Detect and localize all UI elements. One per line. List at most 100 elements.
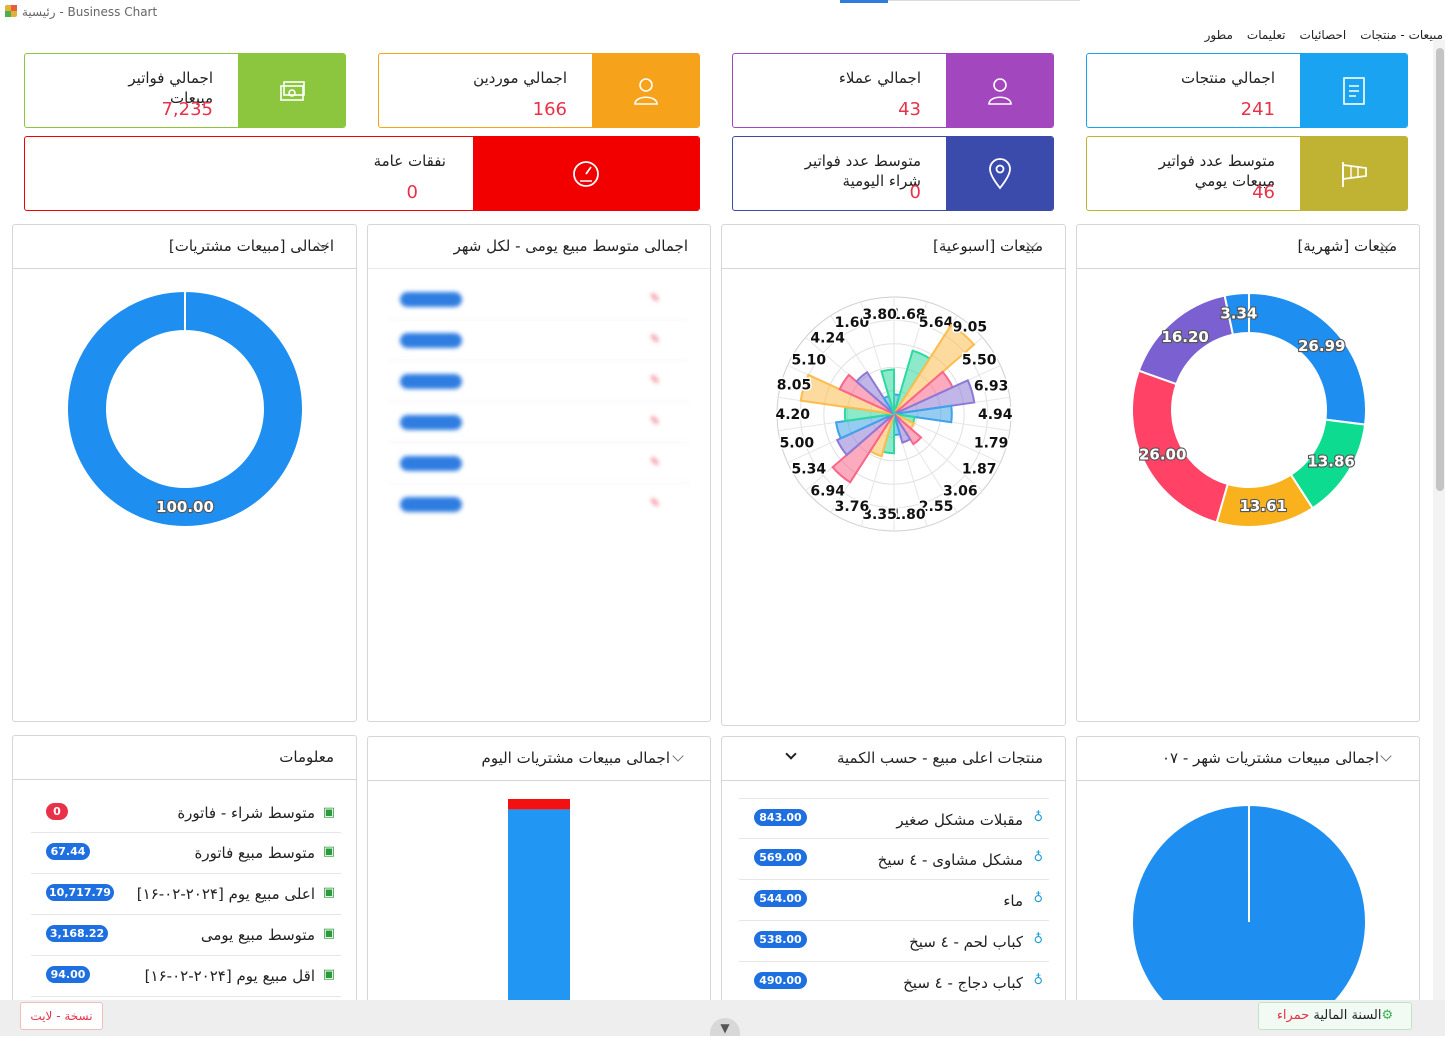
- polar-value-label: 6.93: [974, 378, 1009, 394]
- polar-value-label: 4.20: [775, 407, 810, 423]
- info-row: ▣ متوسط مبیع فاتورة 67.44: [31, 833, 341, 874]
- stat-icon-box: [1300, 54, 1407, 127]
- product-qty-badge: 544.00: [754, 890, 807, 907]
- chevron-down-icon[interactable]: [672, 750, 684, 762]
- panel-today-purchase-sales: اجمالی مبیعات مشتریات الیوم: [367, 736, 711, 1016]
- product-name: مشکل مشاوی - ٤ سیخ: [877, 851, 1023, 869]
- stat-card-suppliers[interactable]: اجمالي موردين 166: [378, 53, 700, 128]
- pie-slice-label: 16.20: [1161, 328, 1208, 346]
- cash-icon: ▣: [322, 967, 335, 982]
- polar-value-label: 4.24: [810, 330, 845, 346]
- polar-value-label: 3.80: [862, 307, 897, 323]
- info-row-badge: 10,717.79: [46, 884, 114, 901]
- product-name: ماء: [1003, 892, 1023, 910]
- panel-header: اجمالی [مبیعات مشتریات]: [13, 225, 356, 269]
- stat-value: 166: [532, 99, 567, 120]
- panel-title: منتجات اعلى مبیع - حسب الکمیة: [836, 749, 1043, 767]
- cash-icon: ▣: [322, 885, 335, 900]
- stat-card-sales-invoices[interactable]: اجمالي فواتير مبيعات 7,235: [24, 53, 346, 128]
- blurred-row: ✎: [388, 320, 690, 361]
- stat-card-avg-daily-purchase-invoices[interactable]: متوسط عدد فواتير شراء اليومية 0: [732, 136, 1054, 211]
- blurred-badge: [400, 497, 462, 512]
- chevron-down-icon[interactable]: [785, 748, 797, 760]
- fiscal-year-value: حمراء: [1276, 1008, 1310, 1023]
- panel-title: معلومات: [279, 748, 334, 766]
- info-row-badge: 0: [46, 803, 68, 820]
- user-icon: [987, 77, 1012, 105]
- top-tab-indicator: [840, 0, 888, 3]
- blurred-row: ✎: [388, 402, 690, 443]
- info-row: ▣ متوسط شراء - فاتورة 0: [31, 795, 341, 833]
- bar-segment: [508, 809, 570, 1007]
- panel-header: معلومات: [13, 736, 356, 780]
- menu-instructions[interactable]: تعليمات: [1247, 28, 1286, 42]
- medal-icon: ♁: [1033, 891, 1043, 906]
- product-qty-badge: 569.00: [754, 849, 807, 866]
- window-titlebar: رئيسية - Business Chart: [0, 0, 1445, 24]
- stat-value: 7,235: [161, 99, 213, 120]
- stat-icon-box: [946, 54, 1053, 127]
- purchase-sales-donut-chart: 100.00: [66, 289, 304, 528]
- menu-statistics[interactable]: احصائيات: [1300, 28, 1347, 42]
- gear-icon: ⚙: [1381, 1008, 1394, 1023]
- medal-icon: ♁: [1033, 973, 1043, 988]
- blurred-row: ✎: [388, 279, 690, 320]
- stat-card-general-expenses[interactable]: نفقات عامة 0: [24, 136, 700, 211]
- version-badge: نسخة - لایت: [20, 1002, 103, 1030]
- panel-header: اجمالی مبیعات مشتریات شهر - ۰۷: [1077, 737, 1419, 781]
- panel-purchase-sales: اجمالی [مبیعات مشتریات] 100.00: [12, 224, 357, 722]
- stat-value: 0: [909, 182, 921, 203]
- polar-value-label: 6.94: [810, 484, 845, 500]
- stat-label: متوسط عدد فواتير شراء اليومية: [804, 152, 921, 190]
- stat-icon-box: [238, 54, 345, 127]
- product-qty-badge: 538.00: [754, 931, 807, 948]
- panel-header: مبیعات [شهریة]: [1077, 225, 1419, 269]
- blurred-row: ✎: [388, 484, 690, 525]
- panel-monthly-sales: مبیعات [شهریة] 26.99 13.86 13.61 26.00 16.20…: [1076, 224, 1420, 722]
- info-row: ▣ اقل مبیع یوم [۲۰۲۴-۰۲-۱۶] 94.00: [31, 956, 341, 997]
- info-row: ▣ متوسط مبیع یومی 3,168.22: [31, 915, 341, 956]
- stat-card-customers[interactable]: اجمالي عملاء 43: [732, 53, 1054, 128]
- panel-title: اجمالی مبیعات مشتریات شهر - ۰۷: [1162, 749, 1379, 767]
- today-stacked-bar-chart: [508, 799, 570, 1007]
- pie-slice-label: 26.99: [1298, 337, 1345, 355]
- polar-value-label: 5.00: [780, 436, 815, 452]
- monthly-donut-chart: 26.99 13.86 13.61 26.00 16.20 3.34: [1131, 291, 1367, 528]
- chevron-down-icon[interactable]: [1380, 750, 1392, 762]
- stat-value: 0: [406, 182, 418, 203]
- panel-month07-purchase-sales: اجمالی مبیعات مشتریات شهر - ۰۷: [1076, 736, 1420, 1016]
- panel-header: منتجات اعلى مبیع - حسب الکمیة: [722, 737, 1065, 781]
- blurred-icon: ✎: [649, 291, 660, 305]
- blurred-icon: ✎: [649, 373, 660, 387]
- medal-icon: ♁: [1033, 932, 1043, 947]
- cash-icon: ▣: [322, 844, 335, 859]
- blurred-icon: ✎: [649, 496, 660, 510]
- stat-icon-box: [946, 137, 1053, 210]
- info-row: ▣ اعلى مبیع یوم [۲۰۲۴-۰۲-۱۶] 10,717.79: [31, 874, 341, 915]
- scrollbar-thumb[interactable]: [1436, 48, 1444, 491]
- location-pin-icon: [988, 157, 1011, 189]
- stat-card-products[interactable]: اجمالي منتجات 241: [1086, 53, 1408, 128]
- app-logo-icon: [5, 5, 17, 17]
- pie-slice-label: 13.86: [1307, 453, 1354, 471]
- menu-sales-products[interactable]: مبيعات - منتجات: [1360, 28, 1443, 42]
- user-icon: [633, 77, 658, 105]
- panel-avg-daily-sales: اجمالی متوسط مبیع یومی - لکل شهر ✎ ✎ ✎ ✎…: [367, 224, 711, 722]
- info-row-label: اعلى مبیع یوم [۲۰۲۴-۰۲-۱۶]: [136, 885, 315, 903]
- blurred-row: ✎: [388, 361, 690, 402]
- blurred-badge: [400, 292, 462, 307]
- menu-developer[interactable]: مطور: [1205, 28, 1233, 42]
- panel-title: اجمالی مبیعات مشتریات الیوم: [481, 749, 670, 767]
- weekly-polar-chart: 1.685.64 9.055.506.934.941.791.873.062.55…: [774, 296, 1014, 532]
- product-row: ♁ کباب لحم - ٤ سیخ 538.00: [739, 921, 1049, 962]
- panel-header: اجمالی متوسط مبیع یومی - لکل شهر: [368, 225, 710, 269]
- menu-bar: مبيعات - منتجات احصائيات تعليمات مطور: [1205, 28, 1443, 42]
- polar-value-label: 9.05: [953, 319, 988, 335]
- fiscal-year-badge[interactable]: ⚙السنة المالیة حمراء: [1258, 1002, 1412, 1030]
- stat-icon-box: [1300, 137, 1407, 210]
- stat-label: نفقات عامة: [373, 152, 446, 170]
- panel-title: اجمالی [مبیعات مشتریات]: [168, 237, 334, 255]
- product-name: کباب دجاج - ٤ سیخ: [903, 974, 1023, 992]
- blurred-icon: ✎: [649, 332, 660, 346]
- stat-card-avg-daily-sales-invoices[interactable]: متوسط عدد فواتير مبيعات يومي 46: [1086, 136, 1408, 211]
